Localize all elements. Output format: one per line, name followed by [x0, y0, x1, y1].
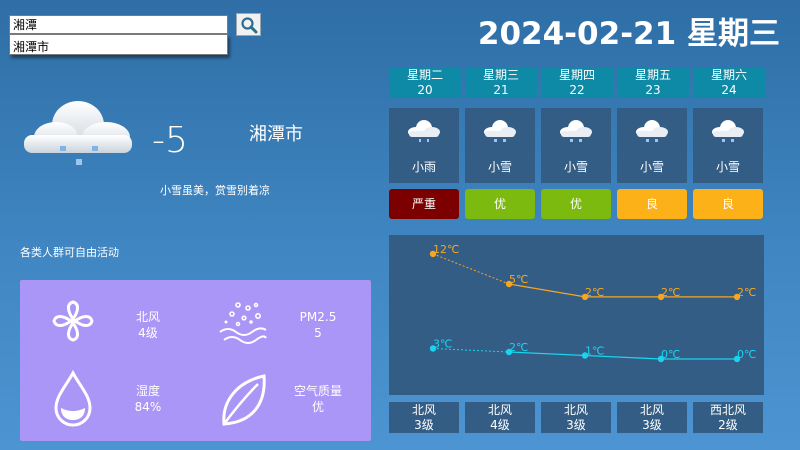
pm25-label: PM2.5: [299, 310, 337, 324]
forecast-weather-card: 小雨: [389, 108, 459, 183]
forecast-day-tab[interactable]: 星期五 23: [617, 67, 689, 98]
forecast-weather-card: 小雪: [541, 108, 611, 183]
cloud-snow-icon: [484, 120, 516, 142]
cloud-snow-icon: [560, 120, 592, 142]
weekday: 星期三: [482, 68, 519, 82]
pm25-value: 5: [314, 326, 322, 340]
wind-level: 4级: [138, 326, 158, 340]
search-input[interactable]: [9, 15, 228, 34]
wind-direction: 北风: [563, 403, 588, 417]
weather-tip: 小雪虽美，赏雪别着凉: [160, 184, 270, 197]
forecast-day-tab[interactable]: 星期三 21: [465, 67, 537, 98]
humidity-drop-icon: [54, 370, 92, 427]
forecast-day-tab[interactable]: 星期六 24: [693, 67, 765, 98]
data-label: 1℃: [585, 345, 604, 358]
date-title: 2024-02-21 星期三: [477, 16, 780, 52]
aqi-badge: 优: [465, 189, 535, 219]
aqi-badge: 优: [541, 189, 611, 219]
forecast-wind: 北风 3级: [617, 402, 687, 433]
forecast-weather-card: 小雪: [617, 108, 687, 183]
air-quality-label: 空气质量: [293, 384, 342, 398]
humidity-value: 84%: [134, 400, 162, 414]
wind-level: 2级: [718, 418, 738, 432]
data-label: 3℃: [433, 338, 452, 351]
humidity-label: 湿度: [135, 384, 160, 398]
wind-level: 3级: [414, 418, 434, 432]
search-suggestion[interactable]: 湘潭市: [9, 34, 228, 55]
cloud-rain-icon: [408, 120, 440, 142]
weekday: 星期五: [634, 68, 671, 82]
forecast-wind: 西北风 2级: [693, 402, 763, 433]
wind-level: 4级: [490, 418, 510, 432]
air-quality-value: 优: [311, 400, 324, 414]
forecast-day-tab[interactable]: 星期二 20: [389, 67, 461, 98]
aqi-badge: 良: [693, 189, 763, 219]
cloud-snow-icon: [24, 101, 132, 165]
weather-label: 小雪: [639, 160, 664, 174]
cloud-snow-icon: [712, 120, 744, 142]
leaf-icon: [222, 374, 266, 426]
forecast-weather-card: 小雪: [693, 108, 763, 183]
details-panel: 北风 4级 PM2.5 5 湿度 84% 空气质量 优: [20, 280, 371, 441]
weather-label: 小雪: [487, 160, 512, 174]
wind-direction: 北风: [411, 403, 436, 417]
data-label: 0℃: [737, 348, 756, 361]
pm25-icon: [219, 302, 267, 344]
series-line-past: [432, 253, 510, 285]
day-number: 24: [721, 83, 737, 97]
data-label: 5℃: [509, 273, 528, 286]
current-temperature: -5: [152, 120, 188, 161]
weekday: 星期六: [710, 68, 747, 82]
weekday: 星期四: [558, 68, 595, 82]
day-number: 21: [493, 83, 509, 97]
forecast-day-tab[interactable]: 星期四 22: [541, 67, 613, 98]
wind-direction: 北风: [135, 310, 160, 324]
weather-label: 小雪: [715, 160, 740, 174]
data-label: 0℃: [661, 348, 680, 361]
wind-direction: 北风: [639, 403, 664, 417]
forecast-wind: 北风 4级: [465, 402, 535, 433]
wind-level: 3级: [566, 418, 586, 432]
data-label: 12℃: [433, 243, 459, 256]
aqi-badge: 良: [617, 189, 687, 219]
weekday: 星期二: [406, 68, 443, 82]
series-line: [508, 351, 737, 360]
weather-label: 小雨: [411, 160, 436, 174]
fan-icon: [52, 300, 94, 342]
forecast-wind: 北风 3级: [541, 402, 611, 433]
health-advice: 各类人群可自由活动: [20, 246, 119, 259]
forecast-wind: 北风 3级: [389, 402, 459, 433]
wind-direction: 北风: [487, 403, 512, 417]
search-button[interactable]: [236, 13, 261, 36]
aqi-badge: 严重: [389, 189, 459, 219]
series-line: [508, 283, 737, 298]
data-label: 2℃: [737, 286, 756, 299]
data-label: 2℃: [509, 341, 528, 354]
data-label: 2℃: [585, 286, 604, 299]
day-number: 22: [569, 83, 585, 97]
day-number: 20: [417, 83, 433, 97]
cloud-snow-icon: [636, 120, 668, 142]
wind-direction: 西北风: [709, 403, 746, 417]
city-name: 湘潭市: [249, 124, 303, 145]
data-label: 2℃: [661, 286, 680, 299]
weather-label: 小雪: [563, 160, 588, 174]
wind-level: 3级: [642, 418, 662, 432]
temperature-chart-svg: 12℃ 5℃ 2℃ 2℃ 2℃ 3℃ 2℃ 1℃ 0℃ 0℃: [429, 243, 756, 363]
search-icon: [240, 16, 257, 33]
forecast-weather-card: 小雪: [465, 108, 535, 183]
day-number: 23: [645, 83, 661, 97]
temperature-chart: 12℃ 5℃ 2℃ 2℃ 2℃ 3℃ 2℃ 1℃ 0℃ 0℃: [389, 235, 764, 395]
